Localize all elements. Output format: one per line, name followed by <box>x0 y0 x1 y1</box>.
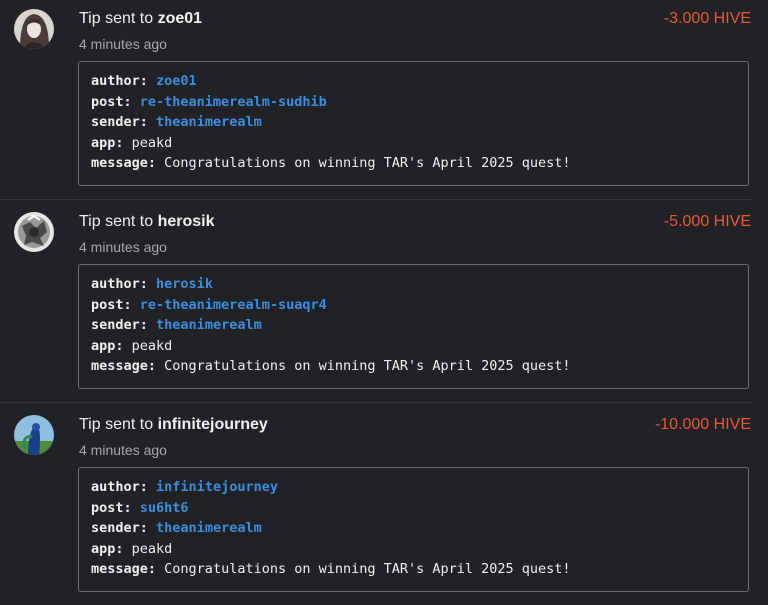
memo-app-line: app: peakd <box>91 133 736 154</box>
memo-sender-line: sender: theanimerealm <box>91 518 736 539</box>
memo-post-link[interactable]: su6ht6 <box>140 500 189 516</box>
memo-author-link[interactable]: herosik <box>156 276 213 292</box>
memo-app-key: app: <box>91 540 124 557</box>
memo-sender-link[interactable]: theanimerealm <box>156 317 262 333</box>
memo-app-key: app: <box>91 337 124 354</box>
memo-app-value: peakd <box>131 337 173 354</box>
recipient-username[interactable]: zoe01 <box>158 10 202 27</box>
memo-message-key: message: <box>91 358 157 375</box>
memo-author-link[interactable]: infinitejourney <box>156 479 278 495</box>
avatar-infinitejourney[interactable] <box>14 415 54 455</box>
memo-author-line: author: herosik <box>91 274 736 295</box>
memo-app-value: peakd <box>131 540 173 557</box>
tip-amount: -5.000 HIVE <box>663 213 751 230</box>
memo-app-line: app: peakd <box>91 539 736 560</box>
memo-post-line: post: re-theanimerealm-suaqr4 <box>91 295 736 316</box>
tip-title: Tip sent to infinitejourney <box>79 416 268 434</box>
memo-box: author: infinitejourney post: su6ht6 sen… <box>78 467 749 592</box>
memo-sender-link[interactable]: theanimerealm <box>156 114 262 130</box>
memo-app-value: peakd <box>131 134 173 151</box>
memo-message-line: message: Congratulations on winning TAR'… <box>91 356 736 377</box>
memo-message-text: Congratulations on winning TAR's April 2… <box>164 358 571 375</box>
recipient-username[interactable]: infinitejourney <box>158 416 268 433</box>
memo-app-key: app: <box>91 134 124 151</box>
memo-author-key: author: <box>91 73 148 89</box>
tip-title: Tip sent to herosik <box>79 213 214 231</box>
entry-divider <box>0 402 752 403</box>
timestamp: 4 minutes ago <box>79 239 167 255</box>
memo-sender-key: sender: <box>91 520 148 537</box>
memo-message-text: Congratulations on winning TAR's April 2… <box>164 561 571 578</box>
title-prefix: Tip sent to <box>79 213 154 230</box>
memo-post-link[interactable]: re-theanimerealm-sudhib <box>140 94 327 110</box>
memo-sender-line: sender: theanimerealm <box>91 112 736 133</box>
title-prefix: Tip sent to <box>79 10 154 27</box>
tip-title: Tip sent to zoe01 <box>79 10 202 28</box>
tip-amount: -3.000 HIVE <box>663 10 751 27</box>
memo-post-line: post: re-theanimerealm-sudhib <box>91 92 736 113</box>
memo-sender-key: sender: <box>91 114 148 131</box>
memo-sender-link[interactable]: theanimerealm <box>156 520 262 536</box>
memo-message-line: message: Congratulations on winning TAR'… <box>91 559 736 580</box>
avatar-herosik[interactable] <box>14 212 54 252</box>
avatar-zoe01[interactable] <box>14 9 54 49</box>
timestamp: 4 minutes ago <box>79 442 167 458</box>
memo-post-line: post: su6ht6 <box>91 498 736 519</box>
memo-sender-key: sender: <box>91 317 148 334</box>
memo-sender-line: sender: theanimerealm <box>91 315 736 336</box>
memo-author-key: author: <box>91 276 148 292</box>
memo-post-key: post: <box>91 499 132 516</box>
memo-post-key: post: <box>91 296 132 313</box>
memo-message-key: message: <box>91 155 157 172</box>
memo-author-link[interactable]: zoe01 <box>156 73 197 89</box>
memo-message-text: Congratulations on winning TAR's April 2… <box>164 155 571 172</box>
memo-post-key: post: <box>91 93 132 110</box>
memo-box: author: herosik post: re-theanimerealm-s… <box>78 264 749 389</box>
timestamp: 4 minutes ago <box>79 36 167 52</box>
memo-author-key: author: <box>91 479 148 495</box>
recipient-username[interactable]: herosik <box>158 213 215 230</box>
memo-app-line: app: peakd <box>91 336 736 357</box>
memo-post-link[interactable]: re-theanimerealm-suaqr4 <box>140 297 327 313</box>
tip-amount: -10.000 HIVE <box>654 416 751 433</box>
title-prefix: Tip sent to <box>79 416 154 433</box>
memo-author-line: author: infinitejourney <box>91 477 736 498</box>
entry-divider <box>0 199 752 200</box>
memo-box: author: zoe01 post: re-theanimerealm-sud… <box>78 61 749 186</box>
memo-message-line: message: Congratulations on winning TAR'… <box>91 153 736 174</box>
memo-author-line: author: zoe01 <box>91 71 736 92</box>
memo-message-key: message: <box>91 561 157 578</box>
tip-feed: Tip sent to zoe01 4 minutes ago -3.000 H… <box>0 0 768 605</box>
